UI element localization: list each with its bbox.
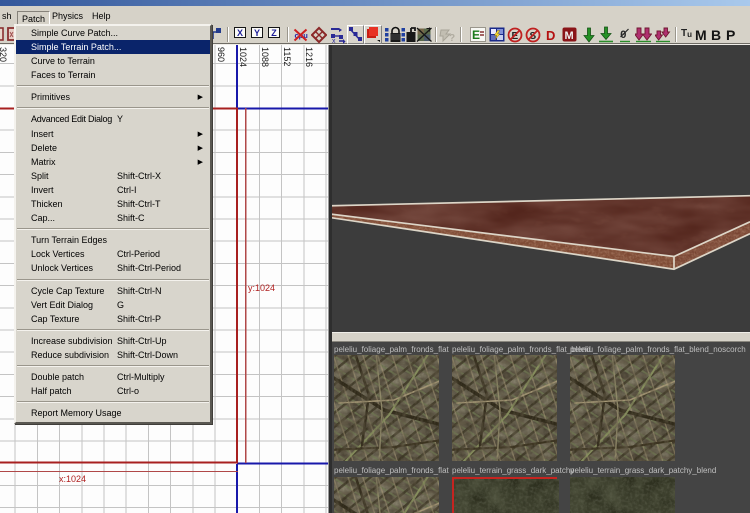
svg-text:E: E bbox=[472, 28, 480, 42]
svg-text:?: ? bbox=[449, 33, 455, 44]
svg-text:M: M bbox=[565, 30, 574, 42]
svg-text:x: x bbox=[332, 38, 336, 44]
